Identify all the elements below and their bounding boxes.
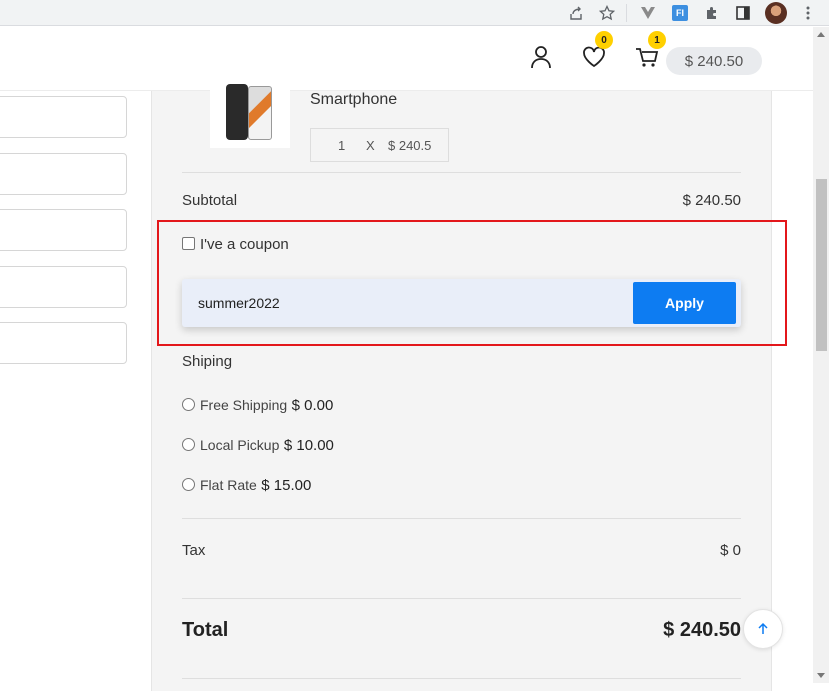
shipping-option-free[interactable]: Free Shipping $ 0.00	[200, 397, 333, 415]
shipping-option-pickup[interactable]: Local Pickup $ 10.00	[200, 437, 334, 455]
divider	[182, 518, 741, 519]
divider	[182, 598, 741, 599]
shipping-label: Shiping	[182, 353, 233, 370]
user-icon[interactable]	[528, 44, 554, 70]
product-times: X	[366, 138, 375, 153]
arrow-up-icon	[758, 622, 768, 634]
product-quantity-line: 1 X $ 240.5	[310, 128, 449, 162]
divider	[182, 678, 741, 679]
header-cart-total[interactable]: $ 240.50	[666, 47, 762, 75]
fi-extension-icon[interactable]: FI	[670, 3, 690, 23]
order-summary-panel	[151, 91, 772, 691]
divider	[182, 172, 741, 173]
cart-count-badge: 1	[648, 31, 666, 49]
product-name: Smartphone	[310, 91, 398, 108]
subtotal-value: $ 240.50	[682, 192, 741, 209]
toolbar-separator	[626, 4, 627, 22]
vue-devtools-icon[interactable]	[638, 3, 658, 23]
profile-avatar[interactable]	[765, 2, 787, 24]
scroll-thumb[interactable]	[816, 179, 827, 351]
form-input[interactable]	[0, 209, 127, 251]
share-icon[interactable]	[566, 3, 586, 23]
total-label: Total	[182, 619, 229, 641]
form-input[interactable]	[0, 266, 127, 308]
shipping-radio-free[interactable]	[182, 398, 195, 411]
form-input[interactable]	[0, 322, 127, 364]
form-input[interactable]	[0, 96, 127, 138]
puzzle-icon[interactable]	[702, 3, 722, 23]
shipping-radio-pickup[interactable]	[182, 438, 195, 451]
product-image	[210, 78, 290, 148]
subtotal-label: Subtotal	[182, 192, 238, 209]
form-input[interactable]	[0, 153, 127, 195]
kebab-menu-icon[interactable]	[798, 3, 818, 23]
product-qty: 1	[338, 138, 346, 153]
total-value: $ 240.50	[663, 619, 741, 641]
product-price: $ 240.5	[388, 138, 432, 153]
tax-value: $ 0	[720, 542, 741, 559]
site-header: 0 1 $ 240.50	[0, 27, 813, 91]
shipping-radio-flat[interactable]	[182, 478, 195, 491]
scroll-up-arrow-icon[interactable]	[817, 32, 825, 37]
star-icon[interactable]	[597, 3, 617, 23]
browser-toolbar: FI	[0, 0, 829, 26]
wishlist-count-badge: 0	[595, 31, 613, 49]
side-panel-icon[interactable]	[733, 3, 753, 23]
tax-label: Tax	[182, 542, 206, 559]
shipping-option-flat[interactable]: Flat Rate $ 15.00	[200, 477, 311, 495]
page-scrollbar[interactable]	[813, 27, 829, 683]
scroll-down-arrow-icon[interactable]	[817, 673, 825, 678]
annotation-highlight-box	[157, 220, 787, 346]
scroll-to-top-button[interactable]	[743, 609, 783, 649]
